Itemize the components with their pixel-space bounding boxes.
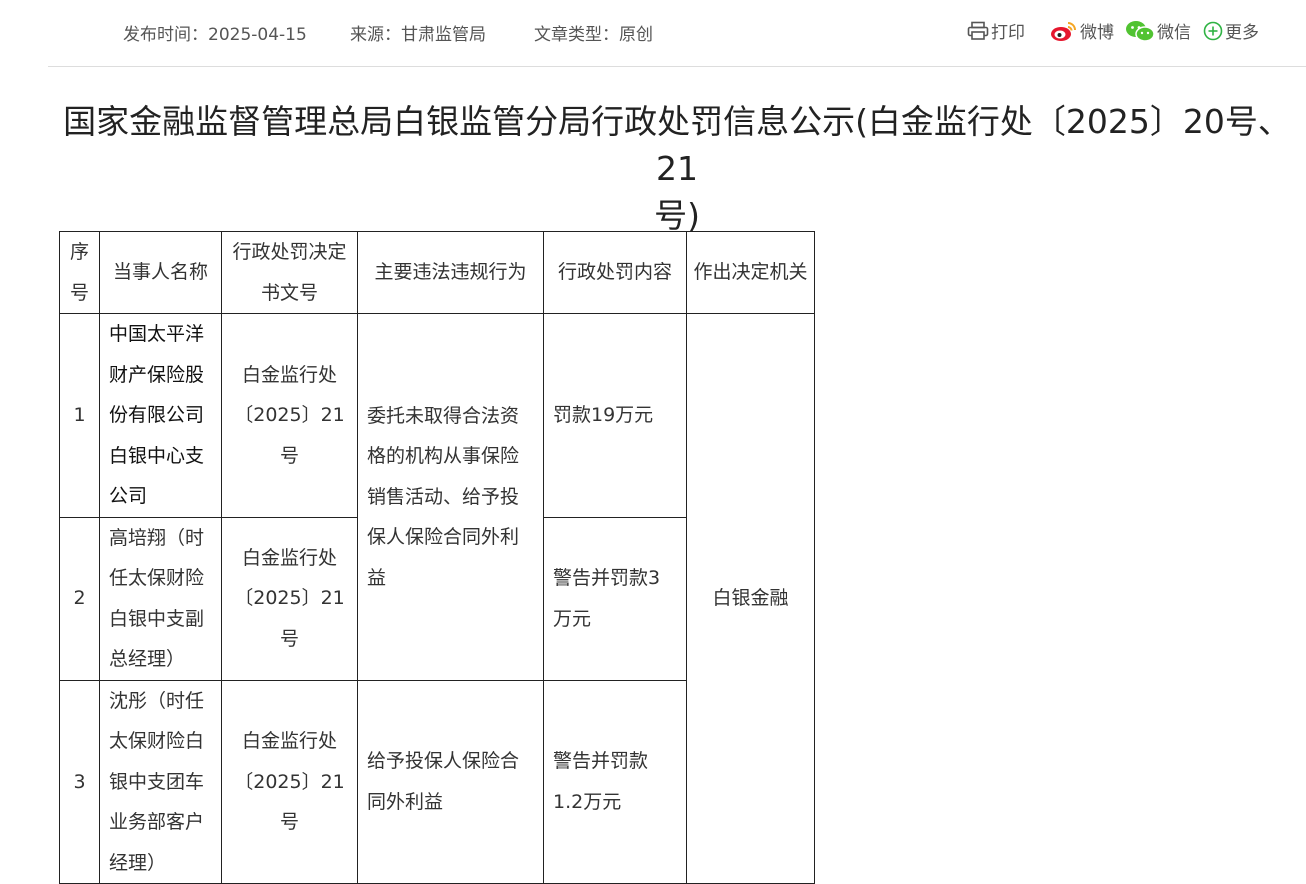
party-name: 沈彤（时任太保财险白银中支团车业务部客户经理） — [99, 679, 222, 884]
row-no: 2 — [59, 516, 100, 681]
penalty-content: 罚款19万元 — [543, 313, 687, 518]
penalty-content: 警告并罚款1.2万元 — [543, 679, 687, 884]
article-source: 来源：甘肃监管局 — [350, 25, 486, 45]
header-penalty: 行政处罚内容 — [543, 231, 687, 314]
header-no: 序号 — [59, 231, 100, 314]
table-header-row: 序号 当事人名称 行政处罚决定书文号 主要违法违规行为 行政处罚内容 作出决定机… — [59, 231, 815, 314]
plus-circle-icon — [1203, 21, 1225, 41]
header-doc: 行政处罚决定书文号 — [221, 231, 358, 314]
row-no: 1 — [59, 313, 100, 518]
more-share-button[interactable]: 更多 — [1203, 18, 1259, 43]
wechat-label: 微信 — [1157, 23, 1191, 43]
header-act: 主要违法违规行为 — [357, 231, 544, 314]
header-authority: 作出决定机关 — [686, 231, 815, 314]
decision-doc-no: 白金监行处〔2025〕21号 — [221, 313, 358, 518]
more-label: 更多 — [1225, 23, 1259, 43]
violation-act: 委托未取得合法资格的机构从事保险销售活动、给予投保人保险合同外利益 — [357, 313, 544, 681]
header-divider — [48, 66, 1306, 67]
party-name: 高培翔（时任太保财险白银中支副总经理） — [99, 516, 222, 681]
violation-act: 给予投保人保险合同外利益 — [357, 679, 544, 884]
row-no: 3 — [59, 679, 100, 884]
page-title: 国家金融监督管理总局白银监管分局行政处罚信息公示(白金监行处〔2025〕20号、… — [63, 102, 1291, 235]
publish-time: 发布时间：2025-04-15 — [123, 25, 307, 45]
wechat-icon — [1125, 20, 1157, 42]
weibo-label: 微博 — [1080, 23, 1114, 43]
decision-doc-no: 白金监行处〔2025〕21号 — [221, 679, 358, 884]
print-label: 打印 — [991, 23, 1025, 43]
print-button[interactable]: 打印 — [967, 18, 1025, 43]
wechat-share-button[interactable]: 微信 — [1125, 18, 1191, 43]
decision-doc-no: 白金监行处〔2025〕21号 — [221, 516, 358, 681]
article-type: 文章类型：原创 — [534, 25, 653, 45]
printer-icon — [967, 21, 991, 41]
header-name: 当事人名称 — [99, 231, 222, 314]
penalty-table: 序号 当事人名称 行政处罚决定书文号 主要违法违规行为 行政处罚内容 作出决定机… — [59, 231, 815, 884]
penalty-content: 警告并罚款3万元 — [543, 516, 687, 681]
table-row: 1 中国太平洋财产保险股份有限公司白银中心支公司 白金监行处〔2025〕21号 … — [59, 313, 815, 884]
weibo-icon — [1050, 20, 1080, 42]
weibo-share-button[interactable]: 微博 — [1050, 18, 1114, 43]
article-meta-bar: 发布时间：2025-04-15 来源：甘肃监管局 文章类型：原创 打印 微博 微… — [0, 0, 1306, 66]
party-name: 中国太平洋财产保险股份有限公司白银中心支公司 — [99, 313, 222, 518]
decision-authority: 白银金融 — [686, 313, 815, 884]
